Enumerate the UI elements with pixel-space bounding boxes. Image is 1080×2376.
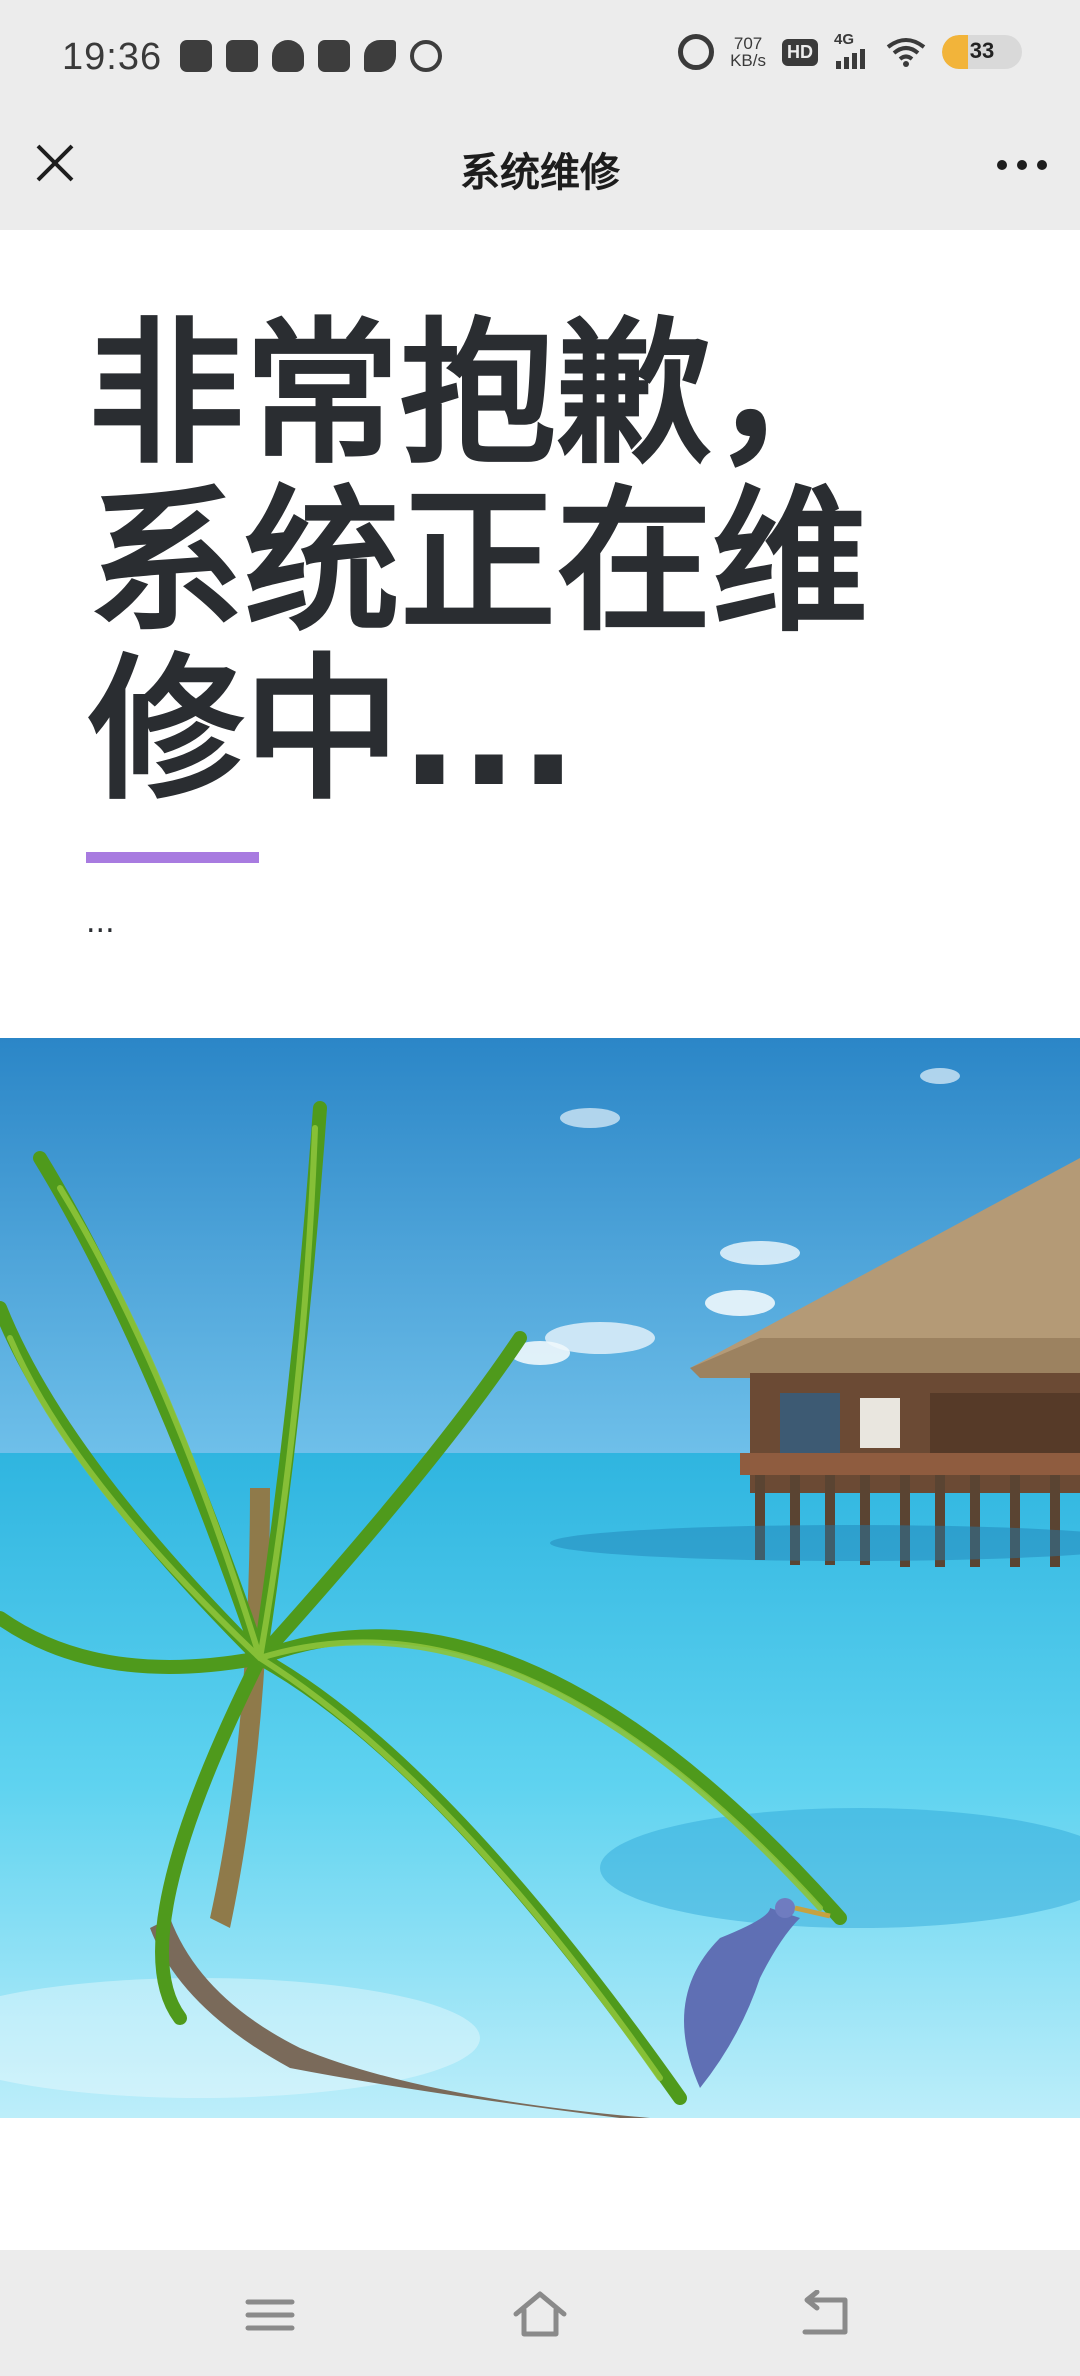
back-icon[interactable] [795, 2290, 855, 2340]
net-speed-unit: KB/s [730, 51, 766, 70]
alarm-icon [678, 34, 715, 70]
signal-icon: 4G [834, 31, 870, 69]
page-title: 系统维修 [460, 150, 620, 196]
calendar-icon [226, 40, 258, 72]
battery-level: 33 [969, 38, 995, 63]
home-icon[interactable] [510, 2290, 570, 2340]
hd-icon: HD [782, 38, 818, 66]
status-time: 19:36 [62, 36, 163, 78]
notification-icons [180, 40, 442, 72]
net-speed-value: 707 [733, 34, 763, 53]
body-text: ... [86, 905, 115, 940]
gamepad-icon [180, 40, 212, 72]
more-dot [1037, 160, 1047, 170]
wifi-icon [886, 38, 926, 67]
net-speed: 707 KB/s [730, 35, 766, 69]
more-icon[interactable] [992, 150, 1052, 180]
system-nav-bar [0, 2250, 1080, 2376]
battery-icon: 33 [942, 35, 1022, 69]
more-dot [997, 160, 1007, 170]
maintenance-headline: 非常抱歉，系统正在维修中... [88, 303, 868, 821]
status-bar: 19:36 707 KB/s HD 4G 33 [0, 0, 1080, 116]
accent-divider [86, 852, 259, 863]
network-label: 4G [834, 31, 855, 48]
leaf-icon [364, 40, 396, 72]
app-icon [410, 40, 442, 72]
mail-icon [318, 40, 350, 72]
tropical-beach-image [0, 1038, 1080, 2118]
more-dot [1017, 160, 1027, 170]
status-right: 707 KB/s HD 4G 33 [678, 31, 1022, 70]
menu-icon[interactable] [240, 2290, 300, 2340]
cloud-icon [272, 40, 304, 72]
